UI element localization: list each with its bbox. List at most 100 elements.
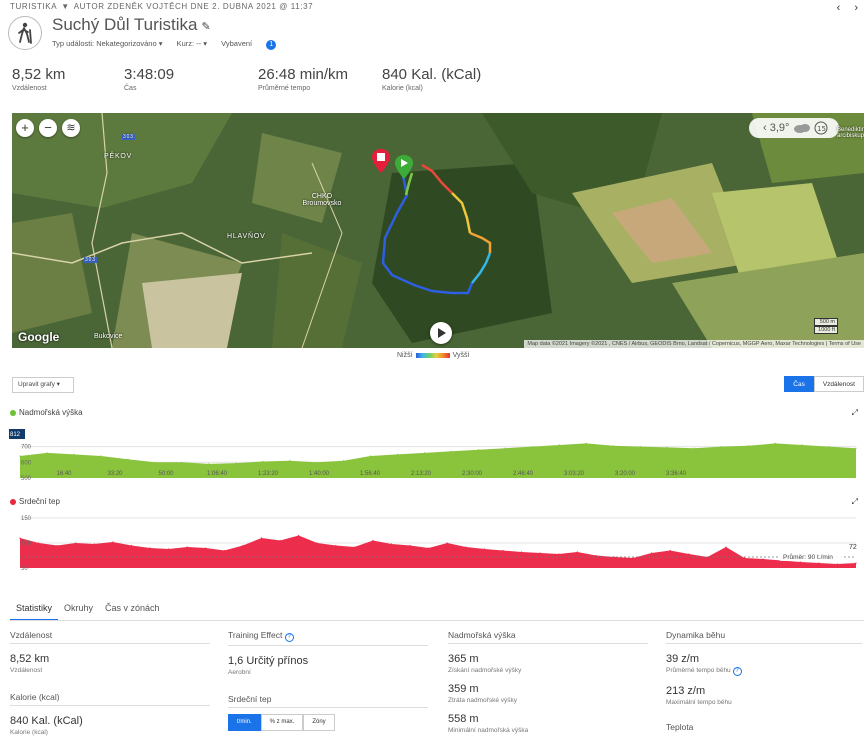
stat-value: 840 Kal. (kCal) xyxy=(10,715,83,727)
training-effect-title: Training Effect xyxy=(228,630,283,640)
svg-text:15: 15 xyxy=(817,125,826,133)
place-label: PĚKOV xyxy=(104,153,133,160)
hr-unit-zones[interactable]: Zóny xyxy=(303,714,335,731)
road-number: 303 xyxy=(84,257,97,263)
data-point xyxy=(693,447,695,449)
tab-laps[interactable]: Okruhy xyxy=(58,600,99,621)
weather-widget[interactable]: ‹ 3,9° 15 xyxy=(749,118,839,138)
elevation-chart[interactable]: 700 600 500 812 16:40 33:20 50:00 1:06:40 1:23:2… xyxy=(0,425,868,481)
breadcrumb-section[interactable]: TURISTIKA xyxy=(10,2,57,11)
tab-statistics[interactable]: Statistiky xyxy=(10,600,59,621)
data-point xyxy=(504,447,506,449)
data-point xyxy=(19,455,21,457)
data-point xyxy=(558,553,560,555)
expand-icon[interactable]: ⤢ xyxy=(852,497,858,507)
zoom-in-button[interactable]: + xyxy=(16,119,34,137)
toggle-distance[interactable]: Vzdálenost xyxy=(813,376,864,392)
y-max-label: 812 xyxy=(10,432,21,438)
data-point xyxy=(836,563,839,565)
x-tick-label: 1:06:40 xyxy=(207,471,228,477)
data-point xyxy=(801,444,803,446)
hr-unit-percent-max[interactable]: % z max. xyxy=(260,714,304,731)
x-tick-label: 3:36:40 xyxy=(666,471,687,477)
chevron-left-icon: ‹ xyxy=(763,122,770,134)
heart-rate-chart[interactable]: 150 100 50 Průměr: 90 t./min 72 xyxy=(0,513,868,571)
data-point xyxy=(576,551,578,553)
dropdown-caret-icon[interactable]: ▼ xyxy=(61,2,70,11)
equipment-label: Vybavení xyxy=(221,39,253,48)
route-map[interactable]: + − ≋ ‹ 3,9° 15 PĚKOV HLAVŇOV CHKO Broum… xyxy=(12,113,864,348)
data-point xyxy=(223,549,225,552)
next-activity-button[interactable]: › xyxy=(854,2,858,14)
equipment-link[interactable]: Vybavení 1 xyxy=(221,39,288,50)
legend-high: Vyšší xyxy=(452,352,470,359)
course-select[interactable]: Kurz: -- ▾ xyxy=(177,39,207,48)
data-point xyxy=(828,446,830,448)
data-point xyxy=(186,546,188,548)
data-point xyxy=(19,537,21,539)
color-legend: Nižší Vyšší xyxy=(397,352,469,359)
stat-label: Aerobní xyxy=(228,669,251,676)
prev-activity-button[interactable]: ‹ xyxy=(837,2,841,14)
data-point xyxy=(465,546,467,548)
finish-marker-icon[interactable] xyxy=(372,149,390,175)
edit-charts-button[interactable]: Upravit grafy ▾ xyxy=(12,377,74,393)
toggle-time[interactable]: Čas xyxy=(784,376,814,392)
map-attribution[interactable]: Map data ©2021 Imagery ©2021 , CNES / Ai… xyxy=(524,340,864,348)
data-point xyxy=(112,541,114,543)
x-tick-label: 2:46:40 xyxy=(513,471,534,477)
summary-label: Čas xyxy=(124,85,137,92)
summary-label: Průměrné tempo xyxy=(258,85,311,92)
data-point xyxy=(855,447,857,449)
data-point xyxy=(391,543,393,545)
heart-rate-dot-icon xyxy=(10,498,16,505)
data-point xyxy=(242,544,244,547)
summary-calories: 840 Kal. (kCal) Kalorie (kcal) xyxy=(382,66,481,92)
stat-label: Kalorie (kcal) xyxy=(10,729,48,736)
activity-title-text: Suchý Důl Turistika xyxy=(52,15,198,34)
event-type-select[interactable]: Typ události: Nekategorizováno ▾ xyxy=(52,39,163,48)
hr-chart-title: Srdeční tep xyxy=(19,497,60,506)
expand-icon[interactable]: ⤢ xyxy=(852,408,858,418)
layers-icon[interactable]: ≋ xyxy=(62,119,80,137)
data-point xyxy=(409,544,411,547)
y-tick-label: 600 xyxy=(21,460,32,466)
series-area xyxy=(20,443,856,478)
zoom-out-button[interactable]: − xyxy=(39,119,57,137)
data-point xyxy=(396,453,399,455)
data-point xyxy=(75,542,77,544)
data-point xyxy=(298,534,300,537)
place-label: CHKO Broumovsko xyxy=(302,193,342,207)
start-marker-icon[interactable] xyxy=(395,155,413,181)
data-point xyxy=(73,453,75,455)
data-point xyxy=(93,543,95,545)
data-point xyxy=(666,446,668,448)
data-point xyxy=(725,546,727,548)
x-tick-label: 2:13:20 xyxy=(411,471,432,477)
info-icon[interactable]: ? xyxy=(732,667,742,676)
summary-label: Vzdálenost xyxy=(12,85,47,92)
data-point xyxy=(335,544,337,547)
stats-col-distance: Vzdálenost 8,52 km Vzdálenost Kalorie (k… xyxy=(10,630,210,736)
y-tick-label: 150 xyxy=(21,516,32,522)
data-point xyxy=(130,544,133,547)
hr-unit-bpm[interactable]: t/min. xyxy=(228,714,261,731)
stat-label: Získání nadmořské výšky xyxy=(448,667,522,674)
data-point xyxy=(747,445,749,447)
elevation-chart-title: Nadmořská výška xyxy=(19,408,83,417)
play-route-button[interactable] xyxy=(430,322,452,344)
elevation-chart-header: Nadmořská výška xyxy=(10,408,83,417)
tab-time-in-zones[interactable]: Čas v zónách xyxy=(99,600,166,621)
data-point xyxy=(316,461,318,463)
stat-label: Průměrné tempo běhu ? xyxy=(666,667,862,676)
road-number: 303 xyxy=(122,134,135,140)
stats-col-training: Training Effect ? 1,6 Určitý přínos Aero… xyxy=(228,630,428,731)
stat-label: Ztráta nadmořské výšky xyxy=(448,697,517,704)
cloud-icon xyxy=(793,124,810,134)
info-icon[interactable]: ? xyxy=(284,633,294,642)
data-point xyxy=(370,455,372,457)
summary-label: Kalorie (kcal) xyxy=(382,85,423,92)
data-point xyxy=(762,558,764,560)
edit-pencil-icon[interactable]: ✎ xyxy=(202,21,211,33)
x-tick-label: 3:20:00 xyxy=(615,471,636,477)
